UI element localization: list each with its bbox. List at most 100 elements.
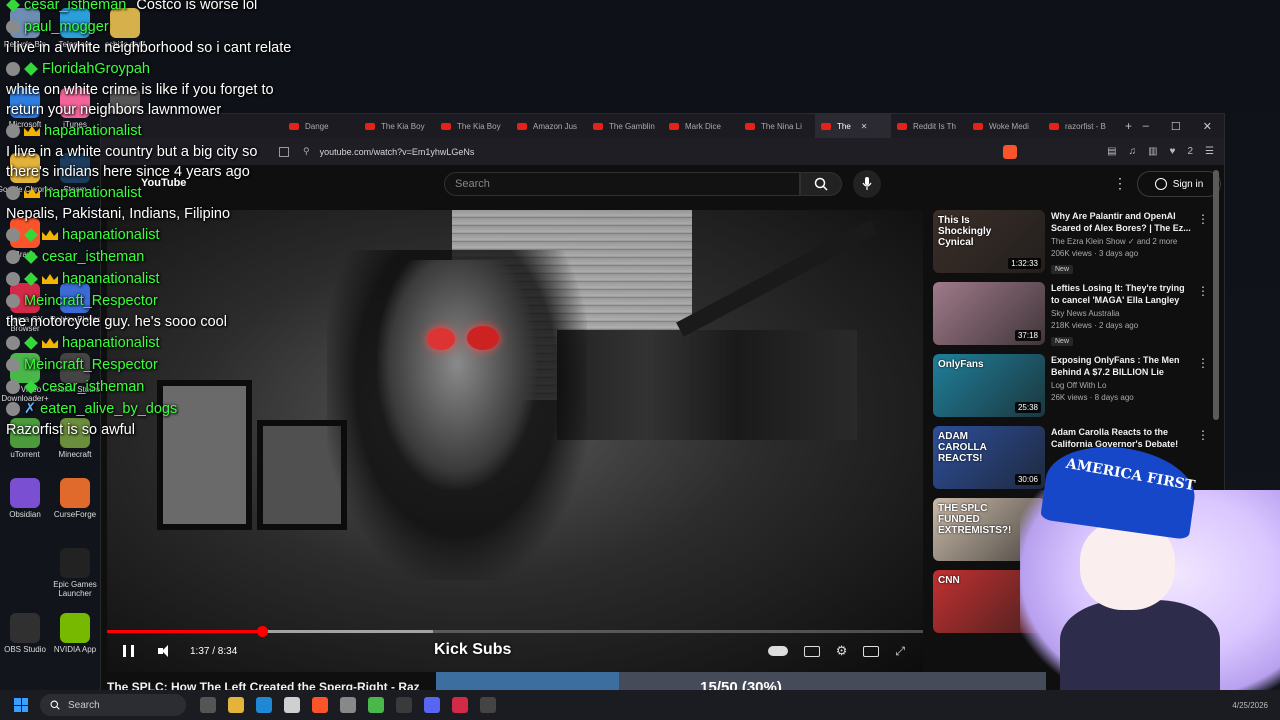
video-title[interactable]: Why Are Palantir and OpenAI Scared of Al… (1051, 210, 1193, 234)
chat-username[interactable]: hapanationalist (62, 271, 160, 287)
volume-icon[interactable] (158, 645, 172, 657)
app-icon[interactable] (340, 697, 356, 713)
taskbar-date[interactable]: 4/25/2026 (1232, 701, 1268, 710)
steam-icon[interactable] (480, 697, 496, 713)
desktop-icon[interactable]: NVIDIA App (42, 613, 108, 654)
browser-tab[interactable]: The Gamblin (587, 114, 663, 138)
video-thumbnail[interactable]: OnlyFans 25:38 (933, 354, 1045, 417)
chat-username[interactable]: Meincraft_Respector (24, 293, 158, 309)
browser-tab[interactable]: Woke Medi (967, 114, 1043, 138)
taskbar-search[interactable]: Search (40, 694, 186, 716)
autoplay-toggle[interactable] (767, 646, 788, 656)
page-scrollbar[interactable] (1213, 170, 1219, 420)
more-options-icon[interactable]: ⋮ (1197, 284, 1209, 298)
chat-username[interactable]: paul_mogger (24, 19, 109, 35)
taskbar: Search 4/25/2026 (0, 690, 1280, 720)
desktop-icon[interactable]: Epic Games Launcher (42, 548, 108, 598)
tab-label: Woke Medi (989, 121, 1029, 131)
youtube-favicon-icon (973, 122, 983, 130)
user-avatar (6, 250, 20, 264)
video-meta: Why Are Palantir and OpenAI Scared of Al… (1051, 210, 1193, 276)
browser-tab[interactable]: The Kia Boy (359, 114, 435, 138)
account-icon (1154, 178, 1167, 190)
opera-gx-icon[interactable] (452, 697, 468, 713)
sidebar-icon[interactable]: ▥ (1148, 146, 1157, 157)
downloader-icon[interactable] (368, 697, 384, 713)
user-avatar (6, 272, 20, 286)
browser-tab[interactable]: The Kia Boy (435, 114, 511, 138)
brave-icon[interactable] (312, 697, 328, 713)
url-field[interactable]: youtube.com/watch?v=Em1yhwLGeNs (320, 147, 1004, 157)
chat-username[interactable]: FloridahGroypah (42, 61, 150, 77)
chat-username[interactable]: cesar_istheman (24, 0, 126, 13)
more-options-icon[interactable]: ⋮ (1197, 212, 1209, 226)
sign-in-button[interactable]: Sign in (1137, 171, 1221, 197)
video-title[interactable]: Exposing OnlyFans : The Men Behind A $7.… (1051, 354, 1193, 378)
chat-message: paul_mogger i live in a white neighborhoo… (0, 16, 300, 58)
reader-mode-icon[interactable]: ▤ (1107, 146, 1116, 157)
menu-icon[interactable]: ☰ (1205, 146, 1214, 157)
seek-bar[interactable] (107, 626, 923, 637)
chat-username[interactable]: hapanationalist (44, 185, 142, 201)
more-options-icon[interactable]: ⋮ (1197, 356, 1209, 370)
recommended-video[interactable]: 37:18 Lefties Losing It: They're trying t… (933, 282, 1213, 354)
fullscreen-icon[interactable]: ⤢ (895, 644, 905, 659)
chat-message: Meincraft_Respector the motorcycle guy. h… (0, 290, 300, 332)
moderator-badge-icon (24, 272, 38, 286)
browser-tab[interactable]: The Nina Li (739, 114, 815, 138)
vtuber-avatar: AMERICA FIRST (960, 430, 1280, 700)
browser-tab[interactable]: The ✕ (815, 114, 891, 138)
chat-username[interactable]: cesar_istheman (42, 249, 144, 265)
video-title[interactable]: Lefties Losing It: They're trying to can… (1051, 282, 1193, 306)
app-icon[interactable] (396, 697, 412, 713)
maximize-button[interactable]: ☐ (1171, 120, 1181, 133)
file-explorer-icon[interactable] (228, 697, 244, 713)
video-thumbnail[interactable]: 37:18 (933, 282, 1045, 345)
tab-close-icon[interactable]: ✕ (861, 122, 868, 131)
video-frame-glasses (427, 328, 455, 350)
media-icon[interactable]: ♫ (1129, 146, 1137, 157)
edge-icon[interactable] (256, 697, 272, 713)
theater-mode-icon[interactable] (863, 645, 880, 657)
windows-start-icon[interactable] (14, 698, 28, 712)
taskbar-search-label: Search (68, 699, 100, 711)
settings-kebab-icon[interactable]: ⋮ (1113, 175, 1127, 192)
browser-tab[interactable]: razorfist - B (1043, 114, 1119, 138)
chat-username-row: Meincraft_Respector (0, 290, 300, 312)
captions-icon[interactable] (803, 645, 820, 657)
desktop-icon-label: Minecraft (58, 450, 92, 459)
discord-icon[interactable] (424, 697, 440, 713)
channel-name[interactable]: The Ezra Klein Show ✓ and 2 more (1051, 237, 1193, 246)
chat-username[interactable]: hapanationalist (62, 335, 160, 351)
browser-tab[interactable]: Reddit Is Th (891, 114, 967, 138)
site-info-icon[interactable]: ⚲ (303, 146, 310, 157)
close-window-button[interactable]: ✕ (1203, 120, 1212, 133)
new-tab-button[interactable]: + (1125, 119, 1132, 133)
minimize-button[interactable]: – (1143, 120, 1149, 133)
chat-username[interactable]: hapanationalist (44, 123, 142, 139)
video-thumbnail[interactable]: This Is Shockingly Cynical 1:32:33 (933, 210, 1045, 273)
desktop-icon[interactable]: CurseForge (42, 478, 108, 519)
browser-tab[interactable]: Mark Dice (663, 114, 739, 138)
voice-search-button[interactable] (853, 170, 881, 198)
chat-username[interactable]: Meincraft_Respector (24, 357, 158, 373)
extensions-count[interactable]: 2 (1187, 146, 1193, 157)
recommended-video[interactable]: OnlyFans 25:38 Exposing OnlyFans : The Men… (933, 354, 1213, 426)
chat-username[interactable]: eaten_alive_by_dogs (40, 401, 177, 417)
browser-tab[interactable]: Amazon Jus (511, 114, 587, 138)
search-input[interactable]: Search (444, 172, 800, 196)
brave-shields-icon[interactable] (1003, 144, 1018, 159)
task-view-icon[interactable] (200, 697, 216, 713)
store-icon[interactable] (284, 697, 300, 713)
chat-username[interactable]: hapanationalist (62, 227, 160, 243)
chat-username[interactable]: cesar_istheman (42, 379, 144, 395)
new-badge: New (1051, 265, 1074, 274)
wallet-icon[interactable]: ♥ (1170, 146, 1176, 157)
channel-name[interactable]: Log Off With Lo (1051, 381, 1193, 390)
search-button[interactable] (800, 172, 842, 196)
settings-gear-icon[interactable]: ⚙ (836, 643, 848, 659)
pause-icon[interactable] (123, 645, 134, 657)
recommended-video[interactable]: This Is Shockingly Cynical 1:32:33 Why Are… (933, 210, 1213, 282)
channel-name[interactable]: Sky News Australia (1051, 309, 1193, 318)
microphone-icon (862, 177, 872, 190)
